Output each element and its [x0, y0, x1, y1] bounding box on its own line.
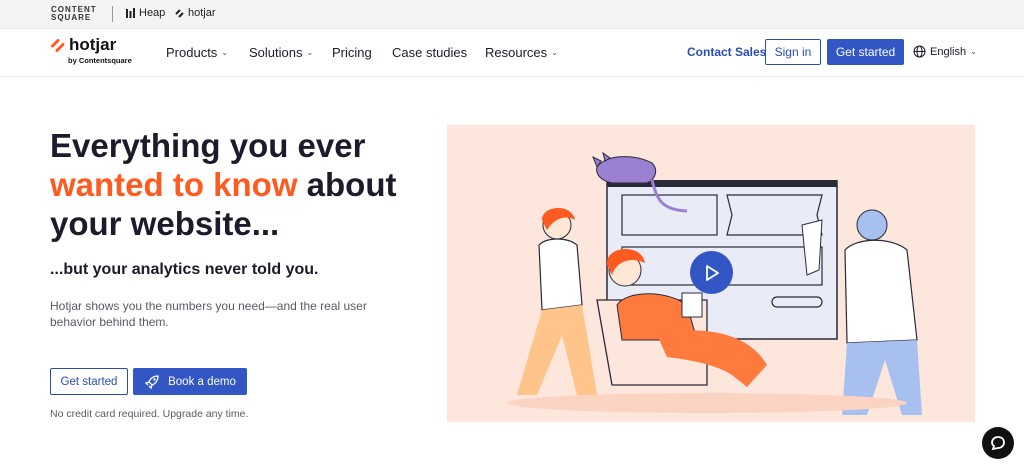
nav-solutions[interactable]: Solutions ⌄ — [249, 45, 313, 60]
chevron-down-icon: ⌄ — [306, 48, 314, 57]
heap-icon — [126, 7, 135, 18]
contact-sales-link[interactable]: Contact Sales — [687, 45, 766, 59]
chevron-down-icon: ⌄ — [221, 48, 229, 57]
book-demo-button[interactable]: Book a demo — [133, 368, 247, 395]
no-credit-card-note: No credit card required. Upgrade any tim… — [50, 408, 249, 420]
play-icon — [705, 264, 719, 281]
hotjar-logo[interactable]: hotjar by Contentsquare — [51, 35, 132, 65]
chevron-down-icon: ⌄ — [970, 47, 977, 56]
chat-bubble-icon — [991, 436, 1005, 451]
main-nav: hotjar by Contentsquare Products ⌄ Solut… — [0, 29, 1024, 77]
chevron-down-icon: ⌄ — [551, 48, 558, 57]
rocket-icon — [144, 374, 159, 389]
nav-pricing[interactable]: Pricing — [332, 45, 372, 60]
hotjar-mark-icon — [175, 9, 184, 18]
globe-icon — [913, 45, 926, 58]
hotjar-mark-icon — [51, 39, 65, 52]
hotjar-small-logo[interactable]: hotjar — [175, 7, 216, 19]
hero-headline: Everything you ever wanted to know about… — [50, 127, 397, 242]
nav-resources[interactable]: Resources ⌄ — [485, 45, 558, 60]
language-selector[interactable]: English ⌄ — [913, 45, 977, 58]
hero-subheadline: ...but your analytics never told you. — [50, 261, 319, 278]
chat-widget-button[interactable] — [982, 427, 1014, 459]
nav-case-studies[interactable]: Case studies — [392, 45, 467, 60]
headline-accent: wanted to know — [50, 166, 298, 203]
sign-in-button[interactable]: Sign in — [765, 39, 821, 65]
nav-products[interactable]: Products ⌄ — [166, 45, 228, 60]
get-started-nav-button[interactable]: Get started — [827, 39, 904, 65]
play-video-button[interactable] — [690, 251, 733, 294]
heap-logo[interactable]: Heap — [125, 7, 165, 19]
hero-description: Hotjar shows you the numbers you need—an… — [50, 299, 367, 329]
brand-bar: CONTENT SQUARE Heap hotjar — [0, 0, 1024, 29]
get-started-button[interactable]: Get started — [50, 368, 128, 395]
brand-divider — [112, 6, 113, 22]
contentsquare-logo[interactable]: CONTENT SQUARE — [51, 6, 97, 22]
